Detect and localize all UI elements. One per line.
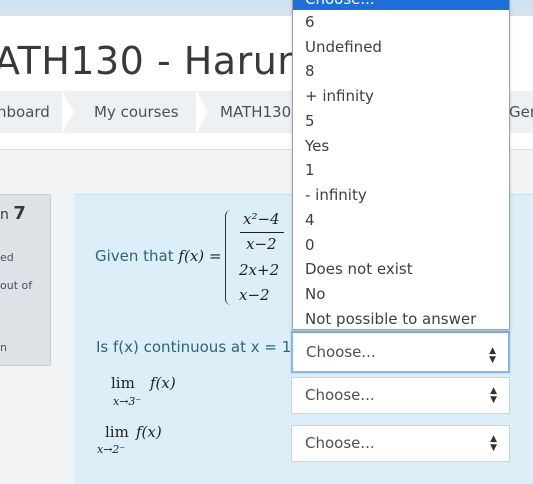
select-arrows-icon: ▲ ▼: [489, 346, 496, 365]
select-value: Choose...: [305, 434, 375, 452]
breadcrumb-my-courses[interactable]: My courses: [94, 91, 179, 133]
dropdown-option-highlighted[interactable]: Choose...: [293, 0, 509, 10]
course-title: ATH130 - Harun A: [0, 39, 341, 83]
dropdown-option[interactable]: 6: [305, 10, 315, 34]
dropdown-option[interactable]: No: [305, 282, 325, 306]
piece1-numerator: x²−4: [243, 210, 280, 228]
dropdown-option[interactable]: 5: [305, 109, 315, 133]
select-dropdown-list[interactable]: Choose... 6 Undefined 8 + infinity 5 Yes…: [292, 0, 510, 330]
select-arrows-icon: ▲ ▼: [490, 386, 497, 405]
breadcrumb-general[interactable]: Ger: [509, 91, 533, 133]
dropdown-option[interactable]: Not possible to answer: [305, 307, 476, 331]
limit1-subscript: x→3⁻: [113, 395, 142, 408]
question-info: n 7 ed out of n: [0, 194, 51, 366]
limit2-operator: lim: [105, 423, 129, 441]
continuity-prompt: Is f(x) continuous at x = 1: [96, 338, 292, 356]
dropdown-option[interactable]: Yes: [305, 134, 329, 158]
question-text: Given that f(x) =: [95, 247, 222, 265]
limit1-select[interactable]: Choose... ▲ ▼: [291, 377, 510, 414]
limit2-select[interactable]: Choose... ▲ ▼: [291, 425, 510, 462]
dropdown-option[interactable]: 4: [305, 208, 315, 232]
breadcrumb-separator: [62, 91, 74, 133]
continuity-select[interactable]: Choose... ▲ ▼: [291, 331, 510, 373]
limit1-operator: lim: [111, 374, 135, 392]
question-number: n 7: [0, 203, 26, 224]
question-status: ed: [0, 251, 14, 264]
dropdown-option[interactable]: 8: [305, 59, 315, 83]
piece1-denominator: x−2: [246, 235, 277, 253]
dropdown-option[interactable]: 0: [305, 233, 315, 257]
breadcrumb-separator: [196, 91, 208, 133]
dropdown-option[interactable]: - infinity: [305, 183, 367, 207]
breadcrumb-dashboard[interactable]: nboard: [0, 91, 50, 133]
piece2-expression: 2x+2: [239, 261, 280, 279]
piece3-expression: x−2: [239, 286, 270, 304]
piecewise-brace: [225, 210, 234, 305]
dropdown-option[interactable]: 1: [305, 158, 315, 182]
dropdown-option[interactable]: + infinity: [305, 84, 374, 108]
limit2-function: f(x): [136, 423, 162, 441]
dropdown-option[interactable]: Undefined: [305, 35, 382, 59]
dropdown-option[interactable]: Does not exist: [305, 257, 413, 281]
select-arrows-icon: ▲ ▼: [490, 434, 497, 453]
select-value: Choose...: [306, 343, 376, 361]
question-mark: out of: [0, 279, 33, 292]
breadcrumb-course[interactable]: MATH1302: [220, 91, 301, 133]
limit1-function: f(x): [150, 374, 176, 392]
limit2-subscript: x→2⁻: [97, 443, 126, 456]
flag-question-link[interactable]: n: [0, 341, 7, 354]
select-value: Choose...: [305, 386, 375, 404]
fraction-line: [240, 232, 284, 233]
